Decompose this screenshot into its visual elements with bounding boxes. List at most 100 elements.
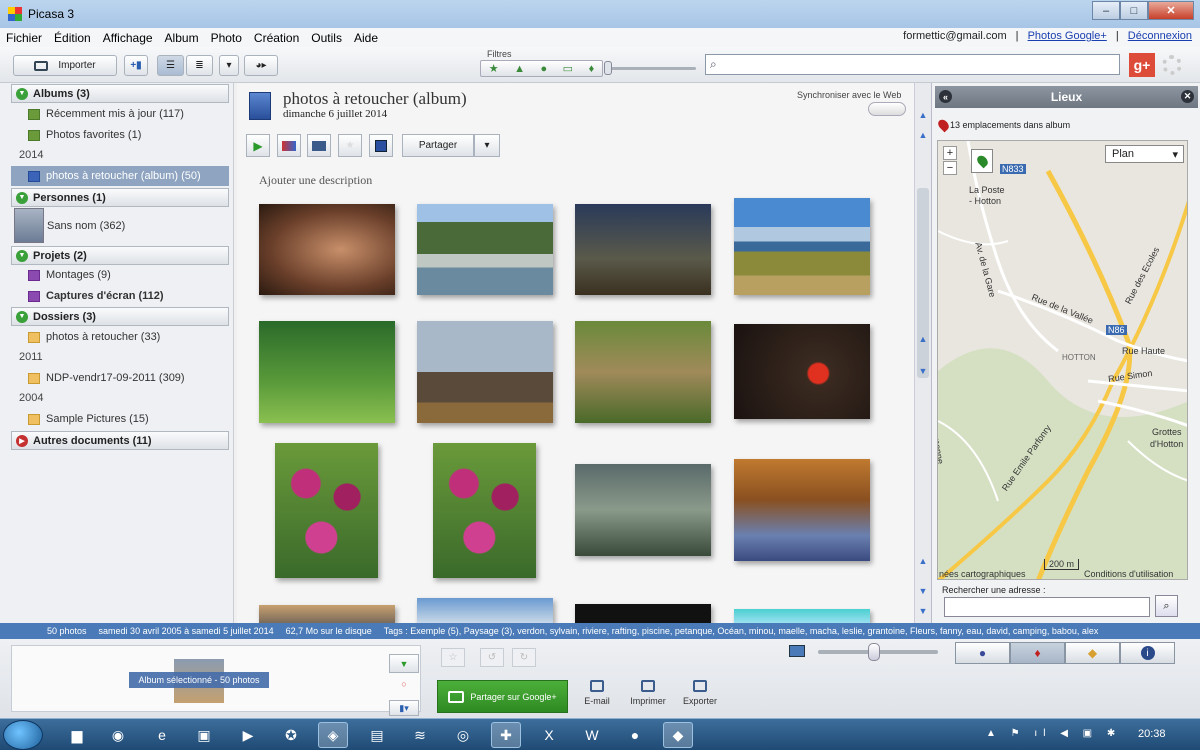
other-docs-header[interactable]: ▶ Autres documents (11) [11, 431, 229, 450]
zoom-out-button[interactable]: − [943, 161, 957, 175]
add-to-album-dropdown[interactable]: ▮▾ [389, 700, 419, 716]
view-options-dropdown[interactable]: ▾ [219, 55, 239, 76]
menu-album[interactable]: Album [159, 31, 205, 45]
photo-face[interactable] [259, 204, 395, 295]
save-button[interactable] [369, 134, 393, 157]
scroll-down-icon[interactable]: ▼ [917, 585, 929, 597]
scroll-up-icon[interactable]: ▲ [917, 109, 929, 121]
menu-photo[interactable]: Photo [205, 31, 248, 45]
thumbnail-size-knob[interactable] [868, 643, 880, 661]
scrollbar-thumb[interactable] [917, 188, 929, 378]
close-button[interactable]: ✕ [1148, 1, 1194, 20]
project-montages[interactable]: Montages (9) [28, 266, 111, 284]
photo-kilimanjaro[interactable] [734, 198, 870, 295]
photo-lions[interactable] [734, 459, 870, 561]
logout-link[interactable]: Déconnexion [1128, 30, 1192, 42]
google-photos-link[interactable]: Photos Google+ [1028, 30, 1107, 42]
photo-elephant-night[interactable] [575, 204, 711, 295]
print-button[interactable]: Imprimer [621, 680, 675, 706]
maximize-button[interactable]: □ [1120, 1, 1148, 20]
photo-row4-1[interactable] [259, 605, 395, 623]
video-filter-icon[interactable]: ▭ [563, 62, 573, 75]
taskbar-media[interactable]: ▶ [233, 722, 263, 748]
folders-header[interactable]: ▼ Dossiers (3) [11, 307, 229, 326]
system-tray-icons[interactable]: ▲ ⚑ ıl ◀ ▣ ✱ [986, 728, 1121, 739]
share-dropdown[interactable]: ▾ [474, 134, 500, 157]
scroll-up-icon[interactable]: ▲ [917, 333, 929, 345]
map-view[interactable]: + − Plan ▾ N833 La Poste - Hotton Av. de … [937, 140, 1188, 580]
email-button[interactable]: E-mail [570, 680, 624, 706]
taskbar-app-2[interactable]: ✪ [276, 722, 306, 748]
taskbar-firefox[interactable]: ◉ [103, 722, 133, 748]
share-google-plus-button[interactable]: Partager sur Google+ [437, 680, 568, 713]
folder-retoucher[interactable]: photos à retoucher (33) [28, 328, 160, 346]
address-search-input[interactable] [944, 597, 1150, 617]
date-filter-slider[interactable] [606, 67, 696, 70]
import-button[interactable]: Importer [13, 55, 117, 76]
rotate-left-button[interactable]: ↺ [480, 648, 504, 667]
star-button[interactable]: ★ [338, 134, 362, 157]
projects-header[interactable]: ▼ Projets (2) [11, 246, 229, 265]
folder-ndp[interactable]: NDP-vendr17-09-2011 (309) [28, 369, 185, 387]
people-button[interactable]: ◕▸ [244, 55, 278, 76]
add-to-album-button[interactable]: +▮ [124, 55, 148, 76]
sync-toggle[interactable] [868, 102, 906, 116]
info-tab[interactable]: i [1120, 642, 1175, 664]
search-input[interactable]: ⌕ [705, 54, 1120, 75]
list-view-button[interactable]: ≣ [186, 55, 213, 76]
avatar[interactable] [14, 208, 44, 243]
album-title[interactable]: photos à retoucher (album) [283, 89, 467, 109]
scroll-up-icon[interactable]: ▲ [917, 555, 929, 567]
album-recent[interactable]: Récemment mis à jour (117) [28, 105, 184, 123]
start-button[interactable] [3, 720, 43, 750]
taskbar-app-4[interactable]: ≋ [405, 722, 435, 748]
taskbar-picasa[interactable]: ✚ [491, 722, 521, 748]
taskbar-app-1[interactable]: ▣ [189, 722, 219, 748]
star-edit-button[interactable]: ☆ [441, 648, 465, 667]
grid-view-button[interactable]: ☰ [157, 55, 184, 76]
photo-row4-4[interactable] [734, 609, 870, 623]
photo-marsh[interactable] [575, 464, 711, 556]
photo-tulips-2[interactable] [433, 443, 536, 578]
taskbar-app-5[interactable]: ● [620, 722, 650, 748]
slideshow-button[interactable]: ▶ [246, 134, 270, 157]
upload-filter-icon[interactable]: ▲ [514, 63, 525, 75]
taskbar-word[interactable]: W [577, 722, 607, 748]
map-marker-icon[interactable] [971, 149, 993, 173]
movie-button[interactable] [307, 134, 331, 157]
scroll-down-icon[interactable]: ▼ [917, 365, 929, 377]
tags-tab[interactable]: ◆ [1065, 642, 1120, 664]
scroll-down-icon[interactable]: ▼ [917, 605, 929, 617]
close-icon[interactable]: ✕ [1181, 90, 1194, 103]
taskbar-clock[interactable]: 20:38 [1138, 728, 1166, 740]
photo-hands-rose[interactable] [734, 324, 870, 419]
photo-zebras[interactable] [259, 321, 395, 423]
export-button[interactable]: Exporter [673, 680, 727, 706]
menu-edition[interactable]: Édition [48, 31, 97, 45]
taskbar-chrome[interactable]: ◎ [448, 722, 478, 748]
menu-affichage[interactable]: Affichage [97, 31, 159, 45]
photo-row4-3[interactable] [575, 604, 711, 623]
menu-outils[interactable]: Outils [305, 31, 348, 45]
taskbar-app-6[interactable]: ◆ [663, 722, 693, 748]
google-plus-button[interactable]: g+ [1129, 53, 1155, 77]
taskbar-app-3[interactable]: ◈ [318, 722, 348, 748]
menu-creation[interactable]: Création [248, 31, 305, 45]
scroll-up-icon[interactable]: ▲ [917, 129, 929, 141]
rotate-right-button[interactable]: ↻ [512, 648, 536, 667]
album-scrollbar[interactable]: ▲ ▲ ▲ ▼ ▲ ▼ ▼ [914, 83, 931, 623]
photo-cheetahs[interactable] [575, 321, 711, 423]
taskbar-notepad[interactable]: ▤ [362, 722, 392, 748]
add-description[interactable]: Ajouter une description [259, 173, 372, 188]
project-screenshots[interactable]: Captures d'écran (112) [28, 287, 164, 305]
album-selected[interactable]: photos à retoucher (album) (50) [11, 166, 229, 186]
map-conditions-link[interactable]: Conditions d'utilisation [1084, 569, 1173, 579]
minimize-button[interactable]: – [1092, 1, 1120, 20]
photo-tulips-1[interactable] [275, 443, 378, 578]
places-tab[interactable]: ♦ [1010, 642, 1065, 664]
date-filter-knob[interactable] [604, 61, 612, 75]
people-tab[interactable]: ● [955, 642, 1010, 664]
geotag-filter-icon[interactable]: ♦ [589, 63, 595, 75]
clear-button[interactable]: ○ [389, 674, 419, 693]
taskbar-ie[interactable]: e [147, 722, 177, 748]
